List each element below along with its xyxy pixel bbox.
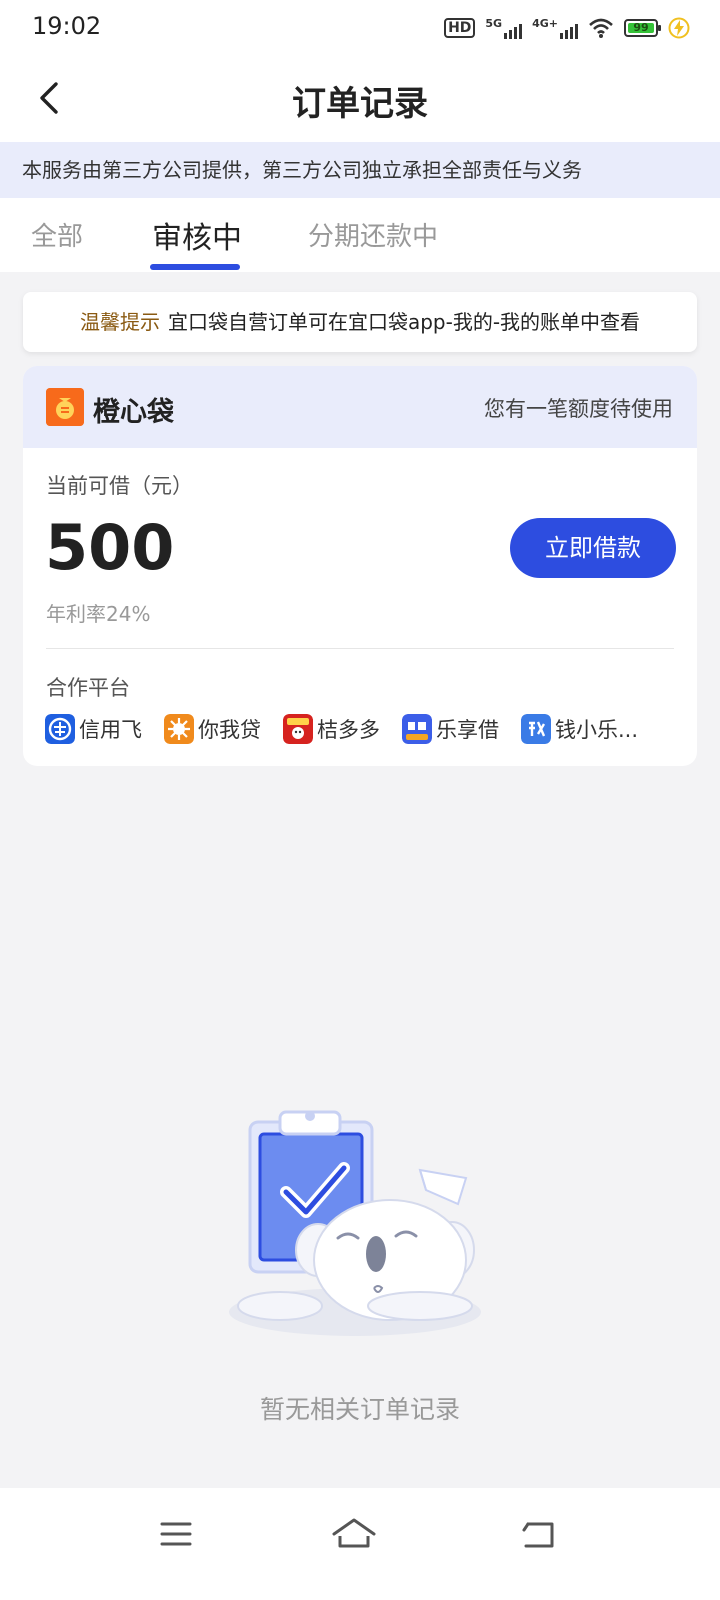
back-icon[interactable]	[514, 1510, 562, 1558]
tip-label: 温馨提示	[79, 310, 160, 334]
quota-message: 您有一笔额度待使用	[484, 397, 673, 421]
divider	[46, 648, 674, 649]
annual-rate: 年利率24%	[46, 602, 151, 626]
brand-name: 橙心袋	[93, 397, 174, 428]
charging-icon	[668, 17, 690, 39]
sleeping-koala-clipboard-illustration	[229, 1110, 481, 1336]
partners-label: 合作平台	[46, 676, 130, 700]
partner-item: 钱小乐...	[521, 712, 638, 746]
qianxiaole-logo-icon	[521, 714, 551, 744]
xinyongfei-logo-icon	[45, 714, 75, 744]
system-navigation-bar	[0, 1488, 720, 1600]
signal-5g-icon: 5G	[485, 17, 523, 39]
available-amount: 500	[45, 511, 175, 584]
third-party-disclaimer: 本服务由第三方公司提供，第三方公司独立承担全部责任与义务	[0, 142, 720, 198]
empty-state-message: 暂无相关订单记录	[259, 1395, 460, 1424]
partner-list: 信用飞 你我贷 桔多多 乐享借 钱小乐...	[45, 712, 685, 748]
hd-icon: HD	[444, 18, 476, 38]
status-time: 19:02	[32, 12, 102, 40]
home-icon[interactable]	[330, 1510, 378, 1558]
juduoduo-logo-icon	[283, 714, 313, 744]
partner-name: 桔多多	[317, 718, 380, 742]
tab-all[interactable]: 全部	[31, 216, 83, 253]
tip-banner: 温馨提示 宜口袋自营订单可在宜口袋app-我的-我的账单中查看	[23, 292, 697, 352]
status-icons: HD 5G 4G+ 99	[444, 14, 690, 42]
partner-item: 你我贷	[164, 712, 261, 746]
partner-name: 信用飞	[79, 718, 142, 742]
niwodai-logo-icon	[164, 714, 194, 744]
wifi-icon	[589, 18, 613, 38]
tab-bar: 全部 审核中 分期还款中	[0, 198, 720, 272]
partner-name: 钱小乐...	[555, 718, 639, 742]
header-area: 19:02 HD 5G 4G+ 99 订单记录	[0, 0, 720, 142]
signal-4g-icon: 4G+	[532, 17, 578, 39]
tab-under-review[interactable]: 审核中	[152, 213, 242, 257]
menu-icon[interactable]	[152, 1510, 200, 1558]
partner-name: 你我贷	[198, 718, 261, 742]
tip-text: 宜口袋自营订单可在宜口袋app-我的-我的账单中查看	[167, 310, 641, 334]
partner-item: 桔多多	[283, 712, 380, 746]
status-bar: 19:02 HD 5G 4G+ 99	[0, 0, 720, 56]
loan-card-header: 橙心袋 您有一笔额度待使用	[23, 366, 697, 448]
available-limit-label: 当前可借（元）	[46, 474, 193, 498]
page-title: 订单记录	[292, 84, 428, 124]
borrow-now-button[interactable]: 立即借款	[510, 518, 676, 578]
brand-logo-icon	[46, 388, 84, 426]
partner-item: 信用飞	[45, 712, 142, 746]
tab-installment-repaying[interactable]: 分期还款中	[308, 216, 438, 253]
lexiangjie-logo-icon	[402, 714, 432, 744]
active-tab-indicator	[150, 264, 240, 270]
partner-name: 乐享借	[436, 718, 499, 742]
loan-offer-card: 橙心袋 您有一笔额度待使用 当前可借（元） 500 年利率24% 立即借款 合作…	[23, 366, 697, 766]
battery-icon: 99	[624, 19, 661, 37]
nav-bar: 订单记录	[0, 56, 720, 142]
partner-item: 乐享借	[402, 712, 499, 746]
